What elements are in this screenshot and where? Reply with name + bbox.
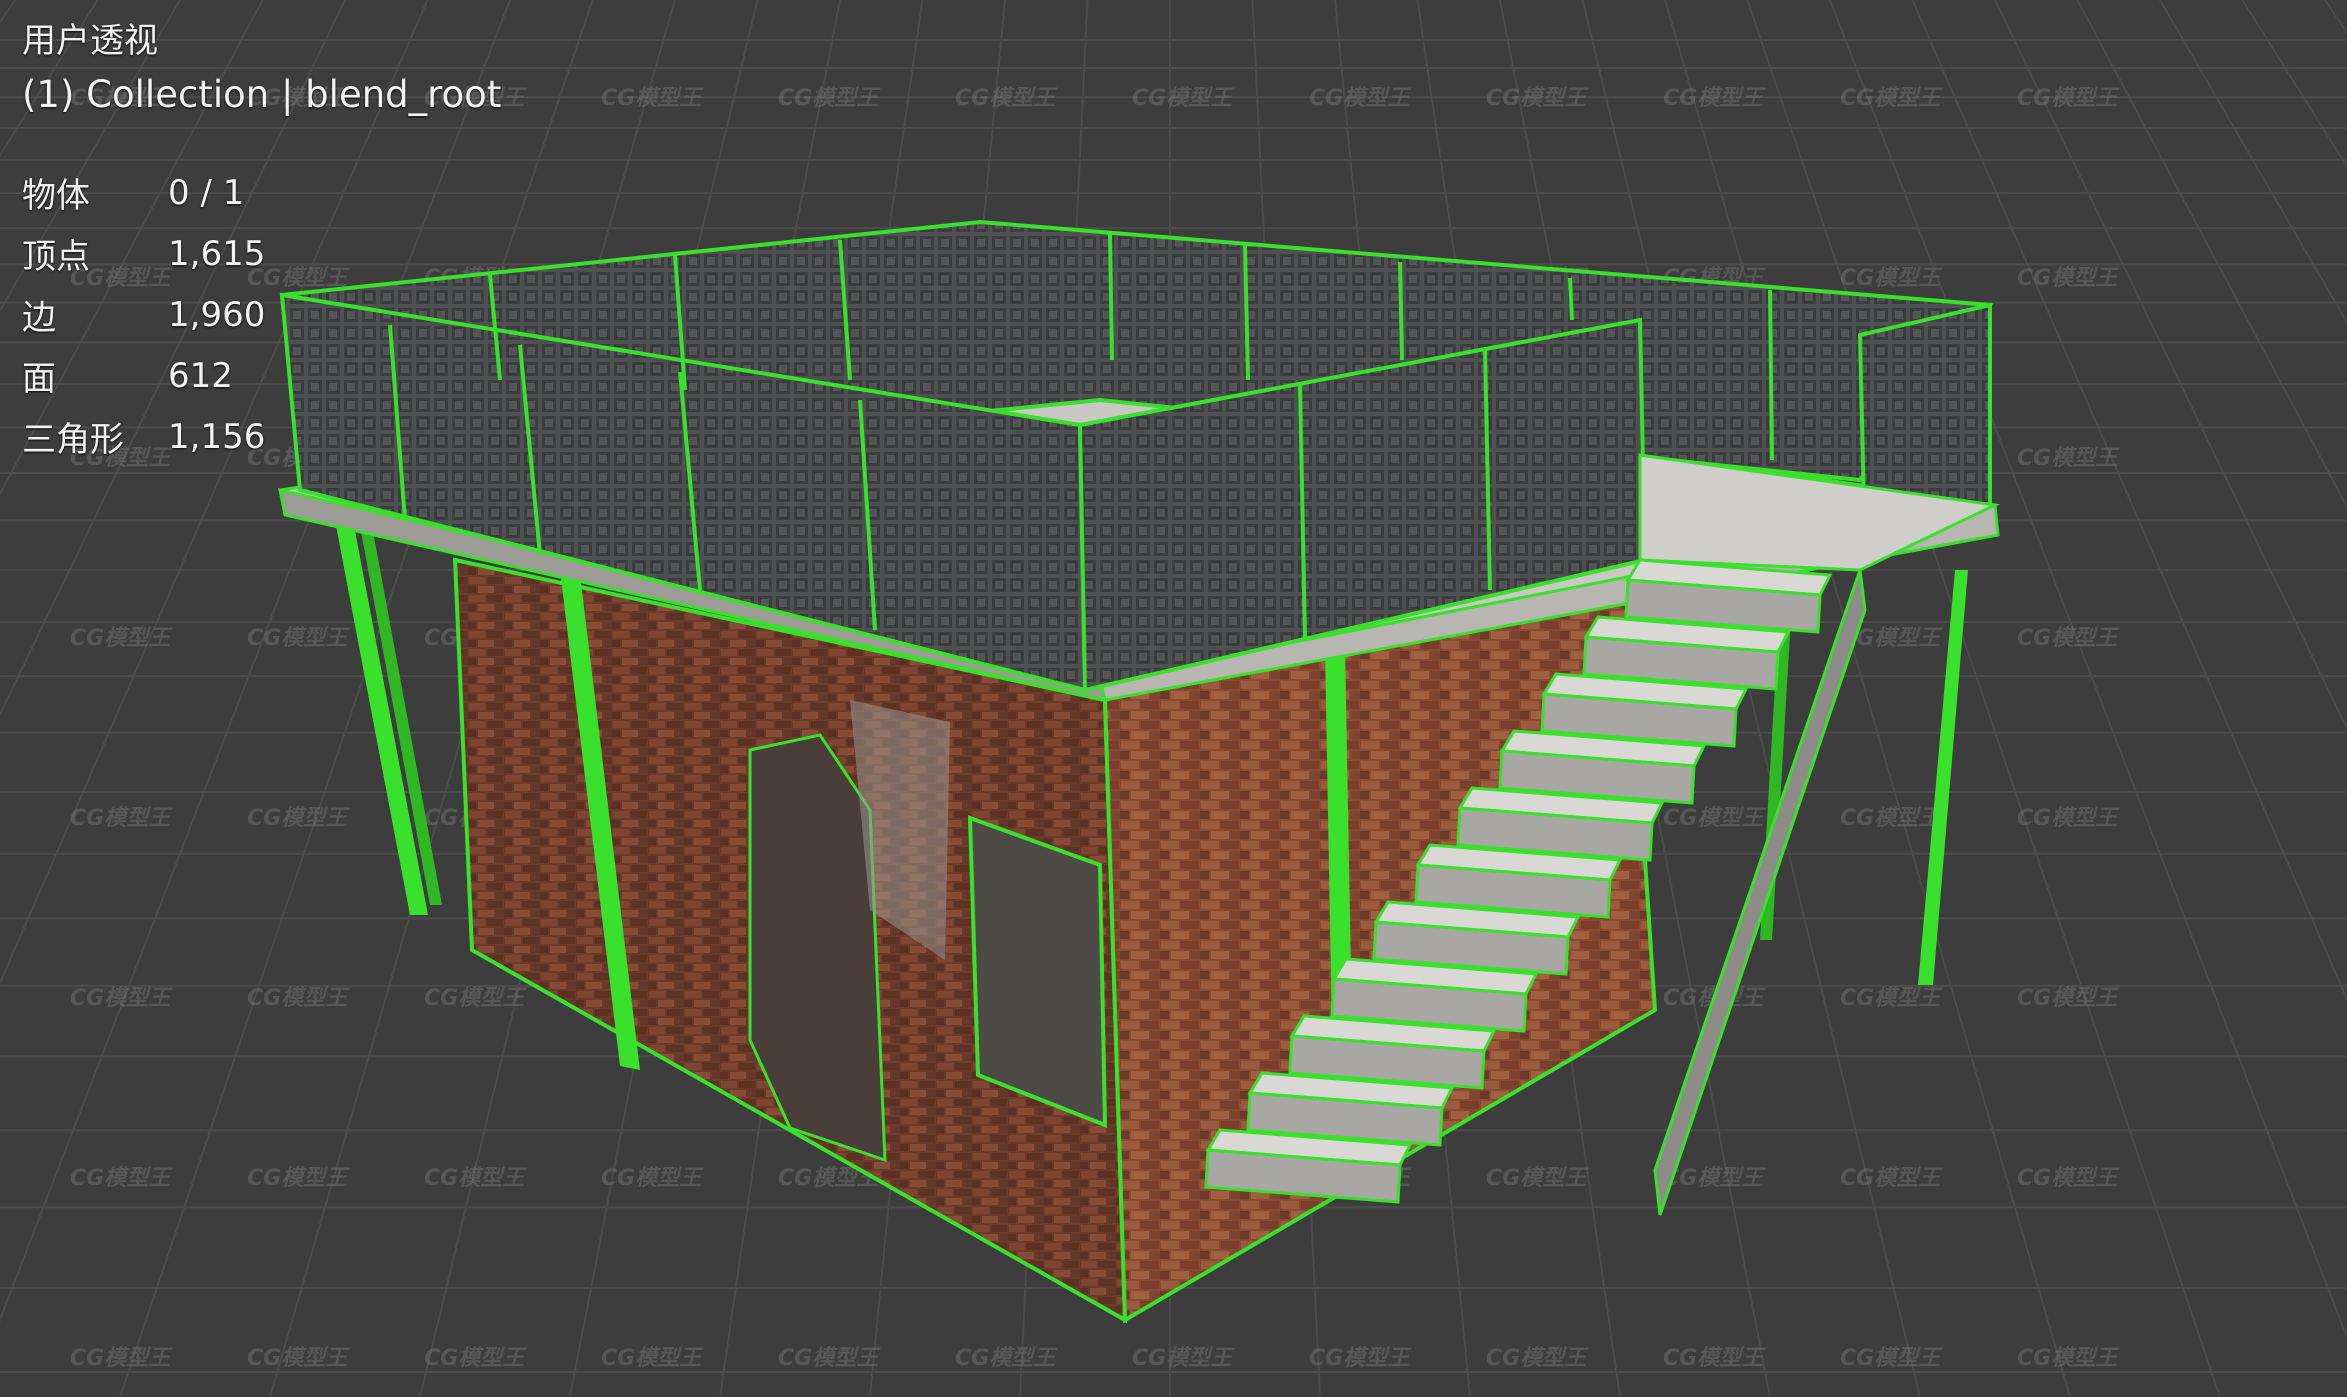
watermark-text: CG模型王	[2017, 806, 2120, 831]
watermark-text: CG模型王	[2017, 86, 2120, 111]
stats-panel: 物体 0 / 1 顶点 1,615 边 1,960 面 612 三角形 1,15…	[22, 162, 501, 467]
stat-value: 1,156	[168, 416, 266, 457]
watermark-text: CG模型王	[1840, 1346, 1943, 1371]
stat-label: 三角形	[22, 420, 124, 460]
watermark-text: CG模型王	[1663, 1346, 1766, 1371]
stat-value: 0 / 1	[168, 172, 245, 213]
watermark-text: CG模型王	[247, 1166, 350, 1191]
stat-label: 边	[22, 298, 56, 338]
watermark-text: CG模型王	[1486, 1166, 1589, 1191]
watermark-text: CG模型王	[955, 86, 1058, 111]
watermark-text: CG模型王	[601, 1166, 704, 1191]
watermark-text: CG模型王	[424, 986, 527, 1011]
watermark-text: CG模型王	[2017, 266, 2120, 291]
stat-label: 顶点	[22, 237, 90, 277]
watermark-text: CG模型王	[247, 806, 350, 831]
watermark-text: CG模型王	[424, 1346, 527, 1371]
view-name: 用户透视	[22, 21, 158, 61]
stat-value: 612	[168, 355, 233, 396]
watermark-text: CG模型王	[1309, 86, 1412, 111]
watermark-text: CG模型王	[778, 86, 881, 111]
stat-row-triangles: 三角形 1,156	[22, 406, 501, 467]
watermark-text: CG模型王	[70, 1346, 173, 1371]
stat-row-faces: 面 612	[22, 345, 501, 406]
watermark-text: CG模型王	[1132, 1346, 1235, 1371]
stat-value: 1,615	[168, 233, 266, 274]
watermark-text: CG模型王	[70, 1166, 173, 1191]
grid-line	[2076, 0, 2347, 510]
watermark-text: CG模型王	[70, 986, 173, 1011]
watermark-text: CG模型王	[1840, 266, 1943, 291]
watermark-text: CG模型王	[1840, 1166, 1943, 1191]
watermark-text: CG模型王	[1663, 86, 1766, 111]
watermark-text: CG模型王	[70, 626, 173, 651]
watermark-text: CG模型王	[2017, 1346, 2120, 1371]
watermark-text: CG模型王	[1486, 1346, 1589, 1371]
watermark-text: CG模型王	[1309, 1346, 1412, 1371]
stat-row-vertices: 顶点 1,615	[22, 223, 501, 284]
watermark-text: CG模型王	[601, 86, 704, 111]
window	[967, 815, 1108, 1128]
watermark-text: CG模型王	[2017, 626, 2120, 651]
watermark-text: CG模型王	[955, 1346, 1058, 1371]
watermark-text: CG模型王	[1663, 806, 1766, 831]
watermark-text: CG模型王	[1663, 1166, 1766, 1191]
stat-value: 1,960	[168, 294, 266, 335]
watermark-text: CG模型王	[247, 986, 350, 1011]
grid-line	[2324, 0, 2347, 35]
watermark-text: CG模型王	[2017, 446, 2120, 471]
watermark-text: CG模型王	[778, 1346, 881, 1371]
watermark-text: CG模型王	[1486, 86, 1589, 111]
watermark-text: CG模型王	[1840, 86, 1943, 111]
watermark-text: CG模型王	[70, 806, 173, 831]
stat-label: 面	[22, 359, 56, 399]
watermark-text: CG模型王	[424, 1166, 527, 1191]
3d-viewport[interactable]: CG模型王 CG模型王 CG模型王 CG模型王 CG模型王 CG模型王 CG模型王 CG模型王…	[0, 0, 2347, 1397]
building-model[interactable]	[278, 219, 2001, 1324]
watermark-text: CG模型王	[601, 1346, 704, 1371]
watermark-text: CG模型王	[1840, 806, 1943, 831]
watermark-text: CG模型王	[2017, 986, 2120, 1011]
watermark-text: CG模型王	[1840, 986, 1943, 1011]
stat-row-objects: 物体 0 / 1	[22, 162, 501, 223]
watermark-text: CG模型王	[247, 626, 350, 651]
stat-row-edges: 边 1,960	[22, 284, 501, 345]
watermark-text: CG模型王	[2017, 1166, 2120, 1191]
watermark-text: CG模型王	[247, 1346, 350, 1371]
grid-line	[2241, 0, 2347, 169]
viewport-info-overlay: 用户透视 (1) Collection | blend_root 物体 0 / …	[22, 14, 501, 467]
stat-label: 物体	[22, 176, 90, 216]
watermark-text: CG模型王	[1132, 86, 1235, 111]
collection-name: (1) Collection | blend_root	[22, 73, 502, 116]
